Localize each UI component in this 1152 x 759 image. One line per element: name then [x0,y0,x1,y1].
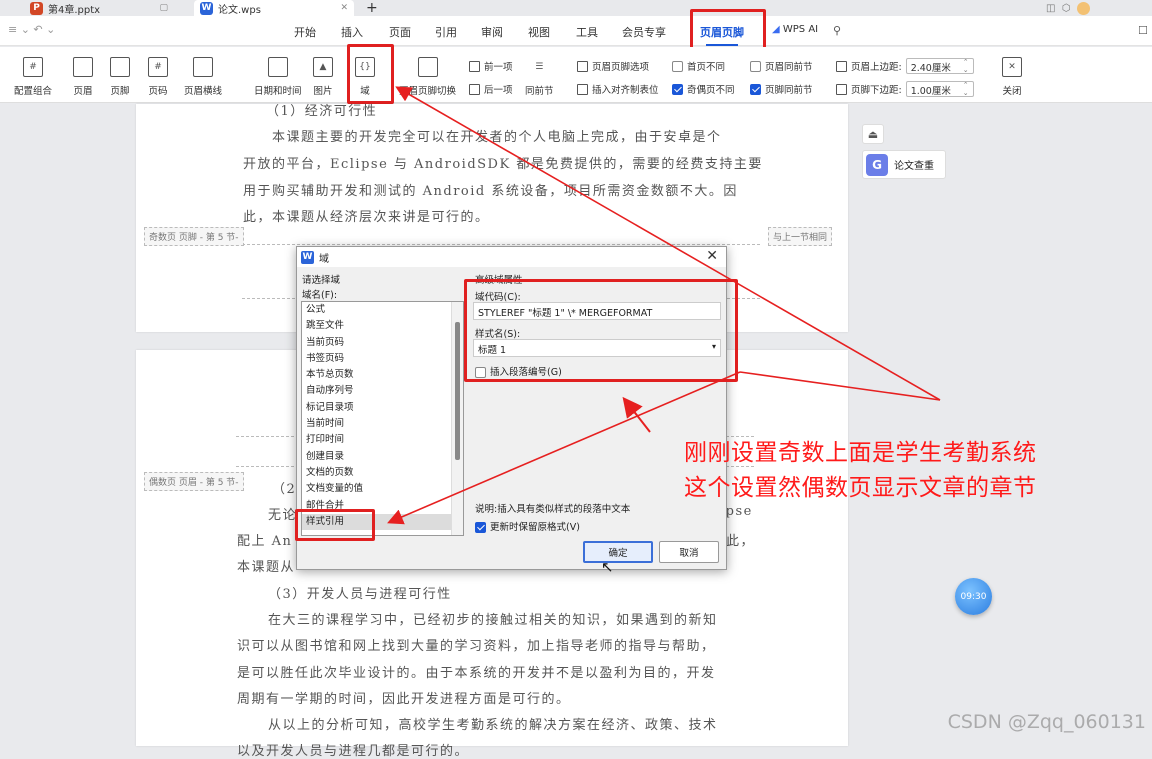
arrow-line [739,371,941,401]
watermark: CSDN @Zqq_060131 [947,711,1146,733]
annotation-line-2: 这个设置然偶数页显示文章的章节 [684,475,1037,501]
arrow-to-props [622,396,651,433]
arrow-to-field-button [395,86,941,401]
annotation-arrows [387,86,941,525]
annotation-line-1: 刚刚设置奇数上面是学生考勤系统 [684,440,1037,466]
recording-timer[interactable]: 09:30 [955,578,992,615]
